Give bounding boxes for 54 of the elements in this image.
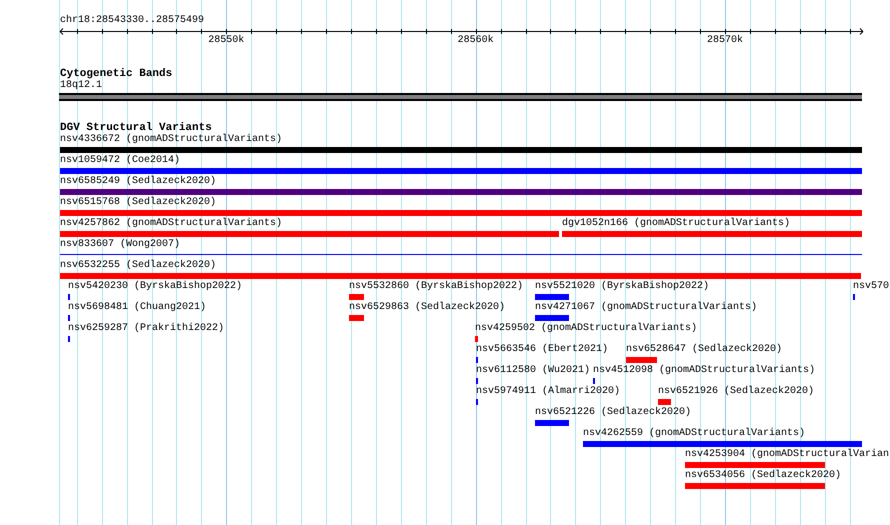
feature-label: nsv833607 (Wong2007) <box>60 239 180 251</box>
feature-bar[interactable] <box>349 315 364 321</box>
feature-bar[interactable] <box>535 294 569 300</box>
feature-bar[interactable] <box>562 231 862 237</box>
feature-bar[interactable] <box>60 189 862 195</box>
feature-label: nsv6521926 (Sedlazeck2020) <box>658 386 814 398</box>
location-label: chr18:28543330..28575499 <box>60 15 204 27</box>
feature-label: nsv4512098 (gnomADStructuralVariants) <box>593 365 816 377</box>
feature-label: nsv4271067 (gnomADStructuralVariants) <box>535 302 758 314</box>
feature-label: nsv6112580 (Wu2021) <box>476 365 590 377</box>
feature-bar[interactable] <box>60 273 861 279</box>
feature-bar[interactable] <box>535 420 569 426</box>
feature-bar[interactable] <box>626 357 657 363</box>
feature-label: nsv5532860 (ByrskaBishop2022) <box>349 281 524 293</box>
feature-label: nsv5420230 (ByrskaBishop2022) <box>68 281 242 293</box>
cytoband[interactable] <box>59 93 862 101</box>
feature-label: nsv4336672 (gnomADStructuralVariants) <box>60 134 282 146</box>
feature-bar[interactable] <box>583 441 862 447</box>
feature-label: dgv1052n166 (gnomADStructuralVariants) <box>562 218 790 230</box>
tick-label: 28570k <box>706 35 744 47</box>
feature-label: nsv1059472 (Coe2014) <box>60 155 180 167</box>
feature-label: nsv570 <box>853 281 890 293</box>
feature-bar[interactable] <box>685 462 825 468</box>
feature-label: nsv4259502 (gnomADStructuralVariants) <box>475 323 698 335</box>
feature-label: nsv6529863 (Sedlazeck2020) <box>349 302 506 314</box>
tick-label: 28560k <box>456 35 495 47</box>
feature-bar[interactable] <box>475 336 478 342</box>
tick-label: 28550k <box>207 35 246 47</box>
feature-label: nsv4253904 (gnomADStructuralVarian <box>685 449 890 461</box>
feature-label: nsv6532255 (Sedlazeck2020) <box>60 260 216 272</box>
feature-bar[interactable] <box>535 315 569 321</box>
feature-label: nsv6528647 (Sedlazeck2020) <box>626 344 782 356</box>
band-label: 18q12.1 <box>60 80 102 92</box>
feature-bar[interactable] <box>60 147 862 153</box>
feature-label: nsv6515768 (Sedlazeck2020) <box>60 197 216 209</box>
feature-label: nsv5663546 (Ebert2021) <box>476 344 608 356</box>
feature-label: nsv6534056 (Sedlazeck2020) <box>685 470 842 482</box>
feature-line[interactable] <box>60 254 862 255</box>
feature-label: nsv5698481 (Chuang2021) <box>68 302 206 314</box>
feature-bar[interactable] <box>685 483 825 489</box>
feature-label: nsv5521020 (ByrskaBishop2022) <box>535 281 710 293</box>
feature-label: nsv6521226 (Sedlazeck2020) <box>535 407 692 419</box>
feature-bar[interactable] <box>60 168 862 174</box>
feature-bar[interactable] <box>60 231 559 237</box>
track-title: DGV Structural Variants <box>60 122 212 134</box>
feature-bar[interactable] <box>658 399 671 405</box>
feature-label: nsv6585249 (Sedlazeck2020) <box>60 176 216 188</box>
feature-label: nsv6259287 (Prakrithi2022) <box>68 323 224 335</box>
feature-bar[interactable] <box>60 210 862 216</box>
feature-label: nsv4257862 (gnomADStructuralVariants) <box>60 218 282 230</box>
feature-label: nsv5974911 (Almarri2020) <box>476 386 620 398</box>
feature-label: nsv4262559 (gnomADStructuralVariants) <box>583 428 806 440</box>
feature-bar[interactable] <box>349 294 364 300</box>
track-title: Cytogenetic Bands <box>60 68 172 80</box>
